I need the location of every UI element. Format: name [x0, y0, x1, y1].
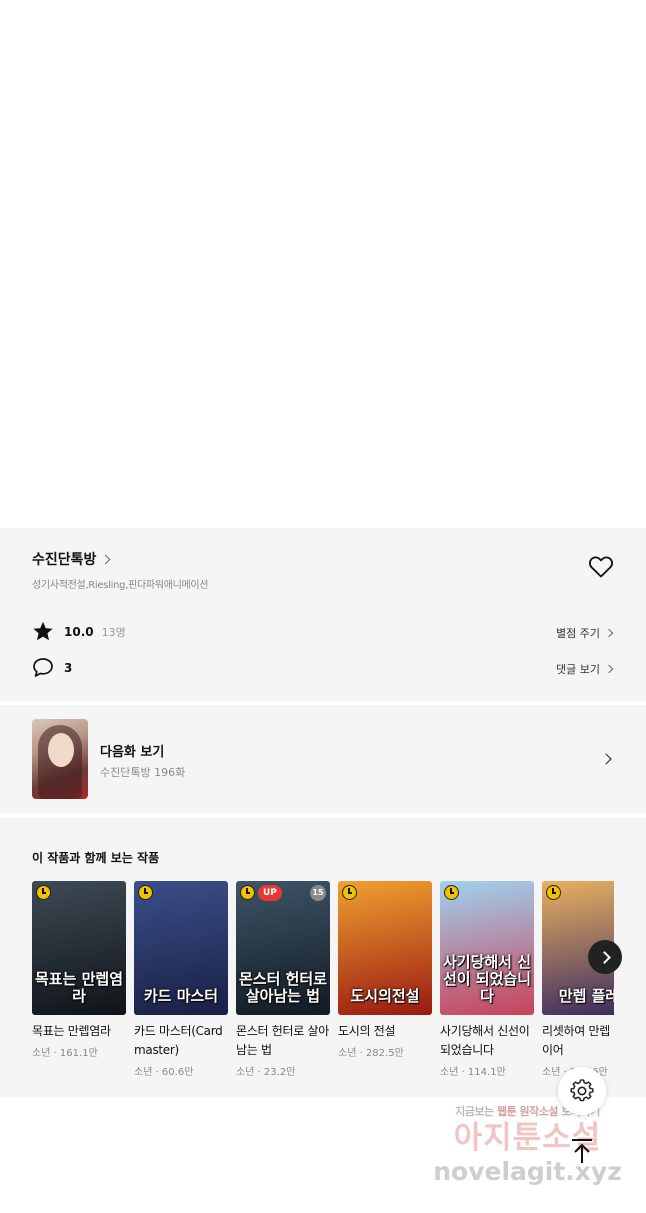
recommendation-meta: 소년 · 282.5만 [338, 1048, 404, 1059]
carousel-next-button[interactable] [588, 940, 622, 974]
recommendation-cover: 도시의전설 [338, 881, 432, 1015]
heart-icon[interactable] [588, 555, 614, 579]
watermark-line2: 아지툰소설 [453, 1120, 602, 1156]
cover-title-art: 카드 마스터 [143, 987, 219, 1005]
chevron-right-icon [100, 554, 111, 564]
clock-badge-icon [138, 885, 153, 900]
up-badge: UP [258, 885, 282, 901]
recommendation-cover: UP 15 몬스터 헌터로 살아남는 법 [236, 881, 330, 1015]
recommendation-card[interactable]: 도시의전설도시의 전설소년 · 282.5만 [338, 881, 432, 1059]
work-title-link[interactable]: 수진단톡방 [32, 549, 111, 569]
comment-count: 3 [64, 660, 73, 675]
next-episode-row[interactable]: 다음화 보기 수진단톡방 196화 [0, 705, 646, 813]
rate-button-label: 별점 주기 [556, 627, 600, 640]
cover-title-art: 도시의전설 [350, 987, 420, 1005]
recommendation-cover: 목표는 만렙염라 [32, 881, 126, 1015]
work-authors: 성기사적전설,Riesling,핀다파워애니메이션 [32, 580, 209, 591]
recommendation-card[interactable]: 사기당해서 신선이 되었습니다 사기당해서 신선이 되었습니다 소년 · 114.1… [440, 881, 534, 1078]
watermark-line3: novelagit.xyz [433, 1157, 622, 1186]
clock-badge-icon [444, 885, 459, 900]
recommendation-meta: 소년 · 114.1만 [440, 1067, 506, 1078]
chevron-right-icon [604, 628, 614, 638]
next-episode-title: 다음화 보기 [100, 745, 165, 760]
recommendations-heading: 이 작품과 함께 보는 작품 [32, 851, 160, 865]
recommendation-meta: 소년 · 60.6만 [134, 1067, 194, 1078]
cover-title-art: 만렙 플레 [558, 987, 614, 1005]
rate-button[interactable]: 별점 주기 [556, 625, 614, 641]
star-icon [33, 621, 53, 641]
work-title: 수진단톡방 [32, 552, 97, 568]
recommendation-card[interactable]: 카드 마스터카드 마스터(Card master) 소년 · 60.6만 [134, 881, 228, 1078]
rating-value: 10.0 [64, 624, 94, 639]
recommendation-cover: 카드 마스터 [134, 881, 228, 1015]
recommendation-title: 몬스터 헌터로 살아남는 법 [236, 1024, 329, 1057]
gear-icon [570, 1079, 594, 1102]
work-info-panel: 수진단톡방 성기사적전설,Riesling,핀다파워애니메이션 10.0 13명… [0, 528, 646, 701]
next-episode-subtitle: 수진단톡방 196화 [100, 766, 186, 779]
recommendation-cover: 사기당해서 신선이 되었습니다 [440, 881, 534, 1015]
cover-title-art: 목표는 만렙염라 [34, 970, 124, 1005]
cover-title-art: 몬스터 헌터로 살아남는 법 [238, 970, 328, 1005]
recommendation-title: 목표는 만렙염라 [32, 1024, 111, 1038]
recommendation-card[interactable]: 만렙 플레리셋하여 만렙 플레이어소년 · 217.6만 [542, 881, 614, 1078]
clock-badge-icon [240, 885, 255, 900]
recommendation-title: 카드 마스터(Card master) [134, 1024, 223, 1057]
cover-title-art: 사기당해서 신선이 되었습니다 [442, 953, 532, 1005]
comment-row: 3 [32, 657, 72, 678]
recommendations-carousel: 목표는 만렙염라 목표는 만렙염라 소년 · 161.1만 카드 마스터 카드 마스터(… [32, 881, 614, 1091]
clock-badge-icon [342, 885, 357, 900]
recommendation-meta: 소년 · 161.1만 [32, 1048, 98, 1059]
scroll-to-top-icon[interactable] [568, 1137, 596, 1165]
rating-count: 13명 [101, 625, 126, 639]
recommendation-card[interactable]: UP 15 몬스터 헌터로 살아남는 법 몬스터 헌터로 살아남는 법 소년 · 23.… [236, 881, 330, 1078]
age-rating-badge: 15 [310, 885, 326, 901]
recommendation-title: 리셋하여 만렙 플레이어 [542, 1024, 614, 1057]
clock-badge-icon [546, 885, 561, 900]
recommendation-title: 사기당해서 신선이 되었습니다 [440, 1024, 530, 1057]
chevron-right-icon [600, 753, 612, 765]
rating-row: 10.0 13명 [32, 621, 126, 642]
view-comments-button[interactable]: 댓글 보기 [556, 661, 614, 677]
settings-button[interactable] [558, 1067, 606, 1115]
recommendation-meta: 소년 · 23.2만 [236, 1067, 296, 1078]
recommendations-section: 이 작품과 함께 보는 작품 목표는 만렙염라 목표는 만렙염라 소년 · 161.… [0, 818, 646, 1097]
comment-icon [33, 658, 53, 677]
recommendation-card[interactable]: 목표는 만렙염라 목표는 만렙염라 소년 · 161.1만 [32, 881, 126, 1059]
watermark: 지금보는 웹툰 원작소설 보러가기 아지툰소설 novelagit.xyz [420, 1103, 635, 1193]
view-comments-label: 댓글 보기 [556, 663, 600, 676]
watermark-line1: 지금보는 웹툰 원작소설 보러가기 [455, 1105, 600, 1118]
content-blank-area [0, 0, 646, 528]
next-episode-thumbnail [32, 719, 88, 799]
clock-badge-icon [36, 885, 51, 900]
recommendation-title: 도시의 전설 [338, 1024, 396, 1038]
chevron-right-icon [604, 664, 614, 674]
